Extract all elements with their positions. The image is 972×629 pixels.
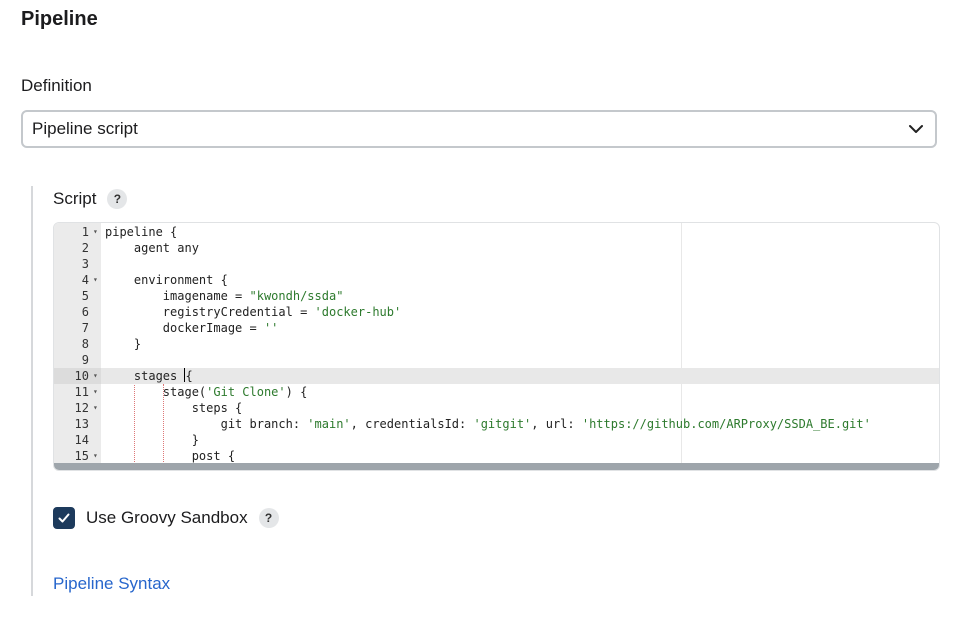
line-number: 6: [81, 305, 89, 319]
code-text: stage('Git Clone') {: [105, 385, 308, 399]
code-line[interactable]: 11 ▾ stage('Git Clone') {: [54, 384, 939, 400]
code-text: }: [105, 337, 142, 351]
code-line[interactable]: 5 imagename = "kwondh/ssda": [54, 288, 939, 304]
code-line[interactable]: 4 ▾ environment {: [54, 272, 939, 288]
code-line[interactable]: 6 registryCredential = 'docker-hub': [54, 304, 939, 320]
script-help-icon[interactable]: ?: [107, 189, 128, 209]
line-number: 7: [81, 321, 89, 335]
code-text: stages {: [105, 368, 193, 383]
line-number: 5: [81, 289, 89, 303]
code-line[interactable]: 12 ▾ steps {: [54, 400, 939, 416]
definition-selected-value: Pipeline script: [32, 119, 138, 138]
code-text: environment {: [105, 273, 228, 287]
code-line[interactable]: 9: [54, 352, 939, 368]
code-line[interactable]: 8 }: [54, 336, 939, 352]
line-number: 3: [81, 257, 89, 271]
line-number: 8: [81, 337, 89, 351]
code-text: agent any: [105, 241, 199, 255]
code-text: git branch: 'main', credentialsId: 'gitg…: [105, 417, 871, 431]
groovy-sandbox-label: Use Groovy Sandbox: [86, 508, 248, 527]
fold-toggle-icon[interactable]: ▾: [93, 368, 98, 384]
script-label: Script: [53, 189, 97, 208]
section-title: Pipeline: [21, 8, 98, 30]
fold-toggle-icon[interactable]: ▾: [93, 224, 98, 240]
code-text: post {: [105, 449, 236, 463]
code-lines: 1 ▾ pipeline {2 agent any 3 4 ▾ environment {…: [54, 224, 939, 470]
code-line[interactable]: 7 dockerImage = '': [54, 320, 939, 336]
fold-toggle-icon[interactable]: ▾: [93, 384, 98, 400]
line-number: 14: [74, 433, 89, 447]
code-text: dockerImage = '': [105, 321, 279, 335]
pipeline-syntax-link[interactable]: Pipeline Syntax: [53, 574, 170, 594]
code-text: }: [105, 433, 199, 447]
section-indent-rule: [31, 186, 33, 596]
chevron-down-icon: [909, 125, 923, 133]
code-text: pipeline {: [105, 225, 178, 239]
definition-label: Definition: [21, 76, 92, 95]
code-text: imagename = "kwondh/ssda": [105, 289, 344, 303]
script-editor[interactable]: 1 ▾ pipeline {2 agent any 3 4 ▾ environment {…: [53, 222, 940, 471]
code-line[interactable]: 3: [54, 256, 939, 272]
line-number: 13: [74, 417, 89, 431]
code-text: registryCredential = 'docker-hub': [105, 305, 402, 319]
code-line[interactable]: 2 agent any: [54, 240, 939, 256]
line-number: 9: [81, 353, 89, 367]
groovy-sandbox-checkbox[interactable]: [53, 507, 75, 529]
code-line[interactable]: 13 git branch: 'main', credentialsId: 'g…: [54, 416, 939, 432]
fold-toggle-icon[interactable]: ▾: [93, 400, 98, 416]
code-line[interactable]: 15 ▾ post {: [54, 448, 939, 464]
code-line[interactable]: 10 ▾ stages {: [54, 368, 939, 384]
sandbox-help-icon[interactable]: ?: [258, 508, 279, 528]
fold-toggle-icon[interactable]: ▾: [93, 272, 98, 288]
horizontal-scrollbar[interactable]: [54, 463, 939, 470]
definition-select[interactable]: Pipeline script: [21, 110, 937, 148]
fold-toggle-icon[interactable]: ▾: [93, 448, 98, 464]
code-line[interactable]: 14 }: [54, 432, 939, 448]
groovy-sandbox-row: Use Groovy Sandbox ?: [53, 507, 279, 529]
checkmark-icon: [58, 513, 70, 523]
code-line[interactable]: 1 ▾ pipeline {: [54, 224, 939, 240]
line-number: 2: [81, 241, 89, 255]
script-label-row: Script ?: [53, 189, 128, 209]
code-text: steps {: [105, 401, 243, 415]
